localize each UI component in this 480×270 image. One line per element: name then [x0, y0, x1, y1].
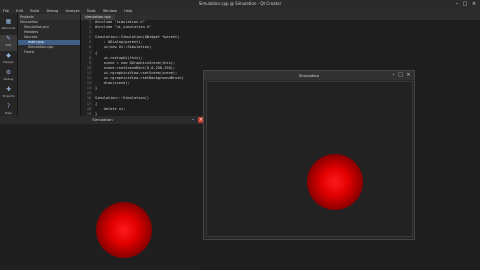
- welcome-icon: ▦: [5, 18, 12, 25]
- minimize-button[interactable]: –: [454, 1, 460, 7]
- help-icon: ?: [6, 103, 11, 110]
- menu-window[interactable]: Window: [103, 9, 117, 13]
- mode-projects[interactable]: ✚ Projects: [0, 86, 17, 102]
- mode-label: Help: [5, 111, 12, 115]
- project-tree-item[interactable]: Forms: [18, 50, 80, 55]
- title-bar: Simulation.cpp @ Simulation - Qt Creator…: [0, 0, 480, 8]
- mode-edit[interactable]: ✎ Edit: [0, 35, 17, 51]
- menu-help[interactable]: Help: [124, 9, 132, 13]
- menu-analyze[interactable]: Analyze: [65, 9, 79, 13]
- mode-design[interactable]: ◆ Design: [0, 52, 17, 68]
- projects-panel: Projects Simulation Simulation.pro Heade…: [18, 14, 81, 120]
- menu-build[interactable]: Build: [30, 9, 39, 13]
- graphics-view[interactable]: [206, 81, 413, 237]
- mode-label: Projects: [2, 94, 15, 98]
- line-number-gutter: 1234567891011121314151617181920: [81, 20, 93, 121]
- sim1-title: Simulation: [92, 117, 113, 122]
- sim2-close-button[interactable]: ×: [406, 73, 411, 78]
- window-title: Simulation.cpp @ Simulation - Qt Creator: [198, 1, 282, 6]
- red-ball: [307, 154, 363, 210]
- sim1-minimize-button[interactable]: –: [190, 117, 196, 123]
- mode-label: Welcome: [1, 26, 16, 30]
- sim2-title: Simulation: [298, 73, 320, 78]
- sim2-maximize-button[interactable]: □: [398, 73, 403, 78]
- mode-label: Design: [3, 60, 14, 64]
- sim1-title-bar[interactable]: Simulation – ×: [0, 116, 205, 124]
- menu-file[interactable]: File: [3, 9, 9, 13]
- close-button[interactable]: ×: [471, 1, 477, 7]
- projects-icon: ✚: [5, 86, 12, 93]
- debug-icon: ⚙: [5, 69, 12, 76]
- simulation-window-right: Simulation – □ ×: [203, 70, 415, 240]
- mode-debug[interactable]: ⚙ Debug: [0, 69, 17, 85]
- maximize-button[interactable]: □: [462, 1, 468, 7]
- design-icon: ◆: [6, 52, 11, 59]
- code-editor[interactable]: #include "simulation.h" #include "ui_simu…: [95, 20, 205, 120]
- menu-debug[interactable]: Debug: [46, 9, 58, 13]
- sim2-minimize-button[interactable]: –: [391, 73, 396, 78]
- mode-welcome[interactable]: ▦ Welcome: [0, 18, 17, 34]
- menu-edit[interactable]: Edit: [16, 9, 23, 13]
- sim2-title-bar[interactable]: Simulation – □ ×: [204, 71, 414, 80]
- menu-tools[interactable]: Tools: [87, 9, 96, 13]
- red-ball: [96, 202, 152, 258]
- simulation-window-left: Simulation – ×: [0, 116, 205, 270]
- edit-icon: ✎: [5, 35, 12, 42]
- mode-label: Edit: [5, 43, 12, 47]
- mode-label: Debug: [3, 77, 14, 81]
